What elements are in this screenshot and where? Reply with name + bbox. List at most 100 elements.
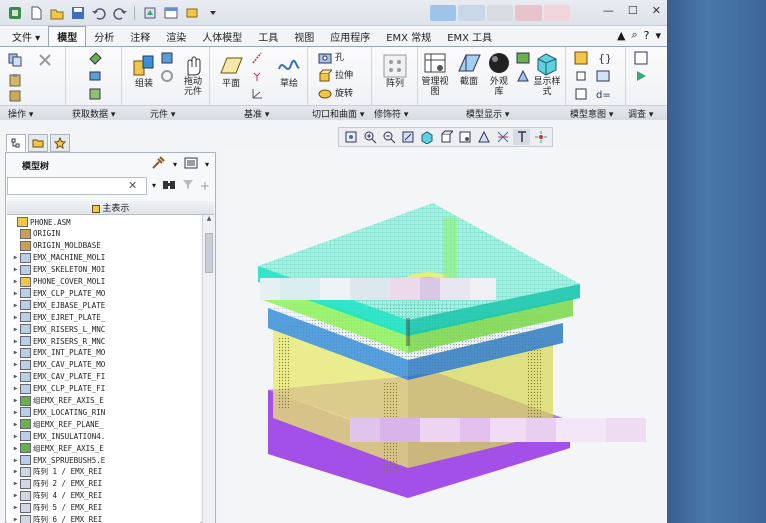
appearance-library-button[interactable]: 外观 库	[484, 51, 514, 97]
windows-icon[interactable]	[162, 4, 179, 21]
display-style-button[interactable]: 显示样 式	[530, 51, 564, 97]
expand-arrow-icon[interactable]: ▶	[11, 349, 20, 356]
mold-assembly-3d-view[interactable]	[218, 148, 667, 523]
expand-arrow-icon[interactable]: ▶	[11, 373, 20, 380]
expand-arrow-icon[interactable]: ▶	[11, 361, 20, 368]
tree-item[interactable]: ▶ EMX_EJRET_PLATE_	[7, 311, 105, 323]
view-manager-icon[interactable]	[456, 129, 473, 145]
tree-item[interactable]: ▶ 组EMX_REF_AXIS_E	[7, 442, 104, 454]
expand-arrow-icon[interactable]: ▶	[11, 338, 20, 345]
perspective-icon[interactable]	[516, 69, 530, 83]
help-icon[interactable]: ?	[644, 29, 650, 42]
scene-icon[interactable]	[516, 51, 530, 65]
group-label-datum[interactable]: 基准 ▾	[244, 107, 269, 120]
group-label-cuts-surfaces[interactable]: 切口和曲面 ▾	[312, 107, 364, 120]
refit-icon[interactable]	[342, 129, 359, 145]
tree-item[interactable]: ▶ EMX_INT_PLATE_MO	[7, 347, 105, 359]
expand-arrow-icon[interactable]: ▶	[11, 302, 20, 309]
filter-icon[interactable]	[182, 178, 194, 193]
group-label-investigate[interactable]: 调查 ▾	[628, 107, 653, 120]
copy-icon[interactable]	[8, 53, 22, 67]
chevron-down-icon[interactable]: ▾	[655, 29, 661, 42]
point-icon[interactable]	[250, 69, 264, 83]
expand-arrow-icon[interactable]: ▶	[11, 457, 20, 464]
undo-icon[interactable]	[90, 4, 107, 21]
relations-icon[interactable]: {}	[596, 51, 610, 65]
assemble-button[interactable]: 组装	[126, 53, 162, 89]
tab-emx-general[interactable]: EMX 常规	[378, 27, 439, 46]
tab-emx-tools[interactable]: EMX 工具	[439, 27, 500, 46]
tree-scrollbar[interactable]: ▲	[202, 215, 215, 523]
maximize-icon[interactable]: ☐	[628, 4, 638, 17]
group-label-components[interactable]: 元件 ▾	[150, 107, 175, 120]
tree-item[interactable]: ▶ 阵列 5 / EMX_REI	[7, 502, 102, 514]
tree-item[interactable]: ▶ EMX_RISERS_R_MNC	[7, 335, 105, 347]
extrude-button[interactable]: 拉伸	[318, 69, 353, 83]
expand-arrow-icon[interactable]: ▶	[11, 385, 20, 392]
close-icon[interactable]: ✕	[652, 4, 661, 17]
tree-item[interactable]: ▶ 阵列 6 / EMX_REI	[7, 514, 102, 523]
redo-icon[interactable]	[111, 4, 128, 21]
expand-arrow-icon[interactable]: ▶	[11, 421, 20, 428]
tab-applications[interactable]: 应用程序	[322, 27, 378, 46]
annotation-display-icon[interactable]	[513, 129, 530, 145]
plane-button[interactable]: 平面	[216, 53, 246, 89]
expand-arrow-icon[interactable]: ▶	[11, 433, 20, 440]
d-equals-icon[interactable]: d=	[596, 87, 610, 101]
tab-favorites[interactable]	[50, 134, 70, 152]
expand-arrow-icon[interactable]: ▶	[11, 278, 20, 285]
tab-file[interactable]: 文件 ▾	[4, 27, 48, 46]
manage-views-button[interactable]: 管理视 图	[420, 51, 450, 97]
group-label-operations[interactable]: 操作 ▾	[8, 107, 33, 120]
tab-annotate[interactable]: 注释	[122, 27, 158, 46]
expand-arrow-icon[interactable]: ▶	[11, 445, 20, 452]
tree-item[interactable]: ▶ EMX_EJBASE_PLATE	[7, 299, 105, 311]
expand-arrow-icon[interactable]: ▶	[11, 409, 20, 416]
tree-item[interactable]: ▶ PHONE_COVER_MOLI	[7, 276, 105, 288]
tree-item[interactable]: ORIGIN	[7, 228, 60, 240]
tab-view[interactable]: 视图	[286, 27, 322, 46]
pattern-button[interactable]: 阵列	[378, 53, 412, 89]
new-file-icon[interactable]	[27, 4, 44, 21]
copy-geometry-icon[interactable]	[88, 69, 102, 83]
drag-components-button[interactable]: 拖动 元件	[178, 53, 208, 97]
tree-item[interactable]: ▶ EMX_CAV_PLATE_FI	[7, 371, 105, 383]
tree-header[interactable]: 主表示	[7, 201, 214, 215]
clipboard-icon[interactable]	[8, 89, 22, 103]
group-label-model-intent[interactable]: 模型意图 ▾	[570, 107, 613, 120]
tree-item[interactable]: ▶ EMX_SPRUEBUSH5.E	[7, 454, 105, 466]
show-menu-icon[interactable]	[183, 156, 199, 173]
tree-item[interactable]: ▶ EMX_MACHINE_MOLI	[7, 252, 105, 264]
chevron-down-icon[interactable]: ▾	[152, 181, 156, 190]
app-logo-icon[interactable]	[6, 4, 23, 21]
display-style-small-icon[interactable]	[418, 129, 435, 145]
close-window-icon[interactable]	[183, 4, 200, 21]
axis-icon[interactable]	[250, 51, 264, 65]
tab-tools[interactable]: 工具	[250, 27, 286, 46]
expand-arrow-icon[interactable]: ▶	[11, 326, 20, 333]
group-label-model-display[interactable]: 模型显示 ▾	[466, 107, 509, 120]
regenerate-icon[interactable]	[141, 4, 158, 21]
tree-item[interactable]: ▶ 阵列 2 / EMX_REI	[7, 478, 102, 490]
open-file-icon[interactable]	[48, 4, 65, 21]
model-player-icon[interactable]	[634, 69, 648, 83]
plus-icon[interactable]: +	[200, 179, 210, 193]
chevron-up-icon[interactable]: ▲	[617, 29, 625, 42]
saved-orientations-icon[interactable]	[437, 129, 454, 145]
chevron-down-icon[interactable]: ▾	[173, 160, 177, 169]
zoom-out-icon[interactable]	[380, 129, 397, 145]
family-table-icon[interactable]	[574, 69, 588, 83]
spin-center-icon[interactable]	[532, 129, 549, 145]
expand-arrow-icon[interactable]: ▶	[11, 480, 20, 487]
references-icon[interactable]	[634, 51, 648, 65]
revolve-button[interactable]: 旋转	[318, 87, 353, 101]
graphics-area[interactable]	[218, 148, 667, 523]
binoculars-icon[interactable]	[162, 178, 176, 193]
group-label-get-data[interactable]: 获取数据 ▾	[72, 107, 115, 120]
section-button[interactable]: 截面	[454, 51, 484, 87]
switch-dimensions-icon[interactable]	[596, 69, 610, 83]
group-label-modifiers[interactable]: 修饰符 ▾	[374, 107, 408, 120]
expand-arrow-icon[interactable]: ▶	[11, 266, 20, 273]
search-icon[interactable]: ⌕	[631, 28, 637, 42]
user-defined-feature-icon[interactable]	[88, 51, 102, 65]
